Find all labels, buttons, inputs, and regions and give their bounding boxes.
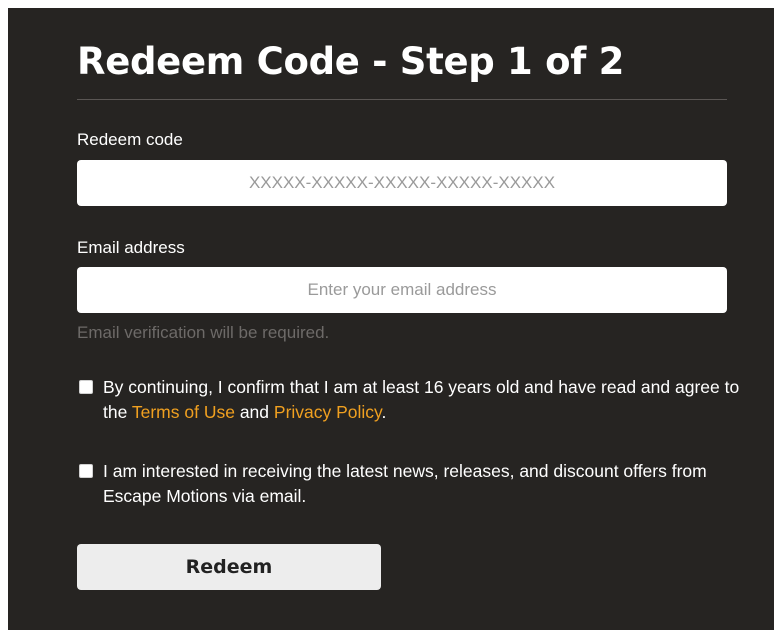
email-address-label: Email address — [77, 238, 185, 257]
redeem-button[interactable]: Redeem — [77, 544, 381, 590]
email-verification-hint: Email verification will be required. — [77, 323, 330, 342]
age-terms-text-after: . — [381, 402, 387, 422]
redeem-panel: Redeem Code - Step 1 of 2 Redeem code Em… — [8, 8, 774, 630]
age-terms-text-between: and — [234, 402, 274, 422]
terms-of-use-link[interactable]: Terms of Use — [132, 402, 235, 422]
email-input[interactable] — [77, 267, 727, 313]
redeem-code-input[interactable] — [77, 160, 727, 206]
age-terms-text: By continuing, I confirm that I am at le… — [103, 375, 743, 425]
age-terms-checkbox[interactable] — [79, 380, 93, 394]
redeem-code-label: Redeem code — [77, 130, 183, 149]
privacy-policy-link[interactable]: Privacy Policy — [274, 402, 382, 422]
newsletter-text: I am interested in receiving the latest … — [103, 461, 707, 506]
newsletter-checkbox[interactable] — [79, 464, 93, 478]
title-divider — [77, 99, 727, 100]
page-title: Redeem Code - Step 1 of 2 — [77, 40, 625, 83]
